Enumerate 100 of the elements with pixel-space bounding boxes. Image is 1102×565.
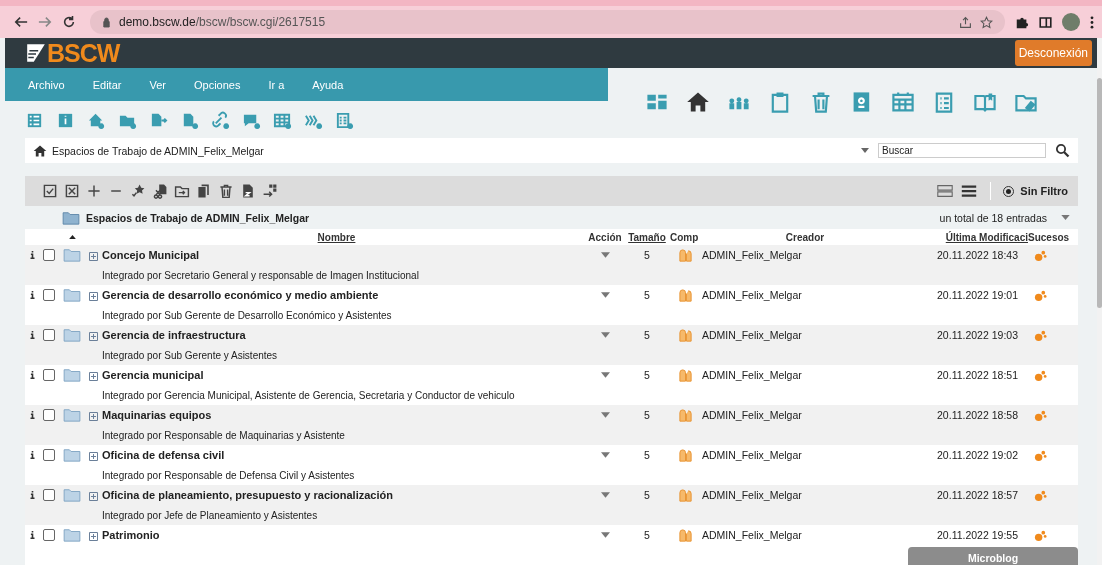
row-checkbox[interactable] [43, 449, 55, 461]
folder-name-link[interactable]: Concejo Municipal [102, 249, 200, 261]
column-header[interactable]: Sucesos [1028, 231, 1078, 243]
expand-icon[interactable] [89, 292, 98, 301]
events-icon[interactable] [1034, 328, 1047, 342]
row-checkbox[interactable] [43, 489, 55, 501]
date-cell-text: 20.11.2022 19:55 [936, 529, 1019, 541]
expand-icon[interactable] [89, 452, 98, 461]
address-bar[interactable]: demo.bscw.de/bscw/bscw.cgi/2617515 [90, 10, 1005, 34]
dropdown-icon[interactable] [1061, 215, 1070, 220]
row-checkbox[interactable] [43, 529, 55, 541]
action-caret-icon[interactable] [600, 292, 610, 298]
share-icon[interactable] [959, 15, 972, 29]
row-checkbox[interactable] [43, 249, 55, 261]
column-header[interactable]: Nombre [87, 231, 586, 243]
filter-label[interactable]: Sin Filtro [1020, 185, 1068, 197]
info-icon[interactable] [29, 451, 35, 459]
info-icon[interactable] [29, 331, 35, 339]
sort-arrow-icon[interactable] [68, 235, 76, 239]
folder-icon [63, 328, 81, 342]
search-field[interactable]: Buscar [878, 143, 1046, 159]
events-icon[interactable] [1034, 368, 1047, 382]
calendar-plus-icon[interactable] [273, 111, 292, 131]
star-check-icon[interactable] [130, 183, 146, 199]
date-cell-text: 20.11.2022 18:43 [936, 249, 1019, 261]
column-header[interactable]: Comp [670, 231, 700, 243]
trash-icon[interactable] [218, 183, 234, 199]
info-icon[interactable] [29, 411, 35, 419]
folder-name-link[interactable]: Oficina de planeamiento, presupuesto y racionalización [102, 489, 393, 501]
scrollbar-thumb[interactable] [1097, 78, 1102, 308]
action-caret-icon[interactable] [600, 252, 610, 258]
plus-icon[interactable] [86, 183, 102, 199]
expand-icon[interactable] [89, 372, 98, 381]
events-icon[interactable] [1034, 248, 1047, 262]
search-icon[interactable] [1055, 143, 1070, 159]
side-panel-icon[interactable] [1039, 15, 1052, 29]
action-caret-icon[interactable] [600, 532, 610, 538]
entry-count: un total de 18 entradas [939, 211, 1047, 224]
copy-icon[interactable] [196, 183, 212, 199]
action-caret-icon[interactable] [600, 412, 610, 418]
events-icon[interactable] [1034, 488, 1047, 502]
info-icon[interactable] [29, 291, 35, 299]
folder-name-link[interactable]: Gerencia de infraestructura [102, 329, 246, 341]
info-icon[interactable] [29, 491, 35, 499]
expand-icon[interactable] [89, 492, 98, 501]
info-icon[interactable] [29, 251, 35, 259]
action-caret-icon[interactable] [600, 452, 610, 458]
puzzle-icon[interactable] [1015, 15, 1029, 29]
events-icon[interactable] [1034, 528, 1047, 542]
avatar[interactable] [1062, 13, 1080, 31]
events-icon[interactable] [1034, 288, 1047, 302]
scissors-icon[interactable] [152, 183, 168, 199]
folder-name-link[interactable]: Maquinarias equipos [102, 409, 212, 421]
action-caret-icon[interactable] [600, 372, 610, 378]
reload-icon[interactable] [62, 15, 76, 29]
row-checkbox[interactable] [43, 329, 55, 341]
row-checkbox[interactable] [43, 289, 55, 301]
events-icon[interactable] [1034, 448, 1047, 462]
events-icon[interactable] [1034, 408, 1047, 422]
house-plus-icon[interactable] [87, 111, 106, 131]
breadcrumb-link[interactable]: Espacios de Trabajo de ADMIN_Felix_Melgar [52, 144, 264, 157]
forward-icon[interactable] [38, 15, 52, 29]
size-cell-text: 5 [643, 329, 651, 341]
size-cell-text: 5 [643, 249, 651, 261]
more-icon[interactable] [1090, 15, 1094, 29]
column-header[interactable]: Tamaño [624, 231, 670, 243]
action-caret-icon[interactable] [600, 492, 610, 498]
row-checkbox[interactable] [43, 409, 55, 421]
back-icon[interactable] [14, 15, 28, 29]
column-header[interactable]: Última Modificaci [910, 231, 1028, 243]
action-caret-icon[interactable] [600, 332, 610, 338]
expand-icon[interactable] [89, 412, 98, 421]
column-header[interactable]: Creador [700, 231, 910, 243]
arrange-icon[interactable] [262, 183, 278, 199]
expand-icon[interactable] [89, 332, 98, 341]
folder-arrow-icon[interactable] [174, 183, 190, 199]
star-icon[interactable] [980, 15, 993, 29]
row-checkbox[interactable] [43, 369, 55, 381]
split-view-icon[interactable] [936, 182, 955, 200]
folder-name-link[interactable]: Oficina de defensa civil [102, 449, 225, 461]
expand-icon[interactable] [89, 532, 98, 541]
info-icon[interactable] [29, 371, 35, 379]
logo-text: BSCW [47, 38, 120, 68]
column-header[interactable]: Acción [586, 231, 624, 243]
expand-icon[interactable] [89, 252, 98, 261]
home-icon[interactable] [33, 143, 47, 158]
folder-icon [63, 488, 81, 502]
folder-name-link[interactable]: Gerencia de desarrollo económico y medio ambiente [102, 289, 379, 301]
folder-description: Integrado por Jefe de Planeamiento y Asistentes [101, 509, 319, 521]
checklist-plus-icon[interactable] [335, 111, 354, 131]
home-icon[interactable] [686, 90, 710, 115]
deselect-icon[interactable] [64, 183, 80, 199]
zip-file-icon[interactable] [240, 183, 256, 199]
people-icon [677, 487, 693, 503]
info-icon[interactable] [29, 531, 35, 539]
folder-name-link[interactable]: Gerencia municipal [102, 369, 204, 381]
folder-name-link[interactable]: Patrimonio [102, 529, 160, 541]
select-all-icon[interactable] [42, 183, 58, 199]
search-options-icon[interactable] [861, 148, 869, 154]
link-plus-icon[interactable] [211, 111, 230, 131]
